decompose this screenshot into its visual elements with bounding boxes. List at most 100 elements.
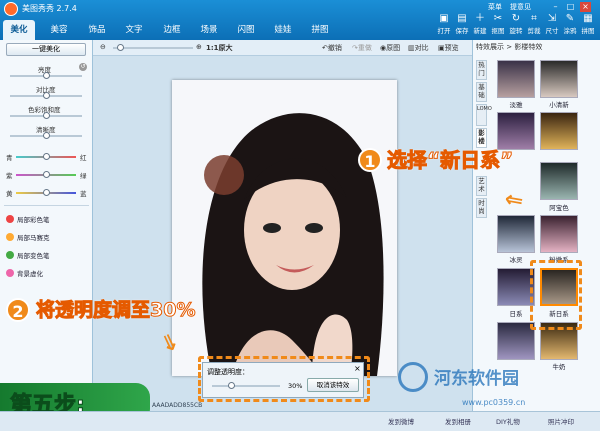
doodle-button[interactable]: ✎ 涂鸦 [561, 14, 579, 40]
brightness-knob[interactable] [43, 72, 50, 79]
size-button[interactable]: ⇲ 尺寸 [543, 14, 561, 40]
zoom-label[interactable]: 1:1原大 [206, 43, 233, 53]
crop-button[interactable]: ⌗ 剪裁 [525, 14, 543, 40]
share-weibo-link[interactable]: 发到微博 [388, 416, 414, 426]
effect-highlight [530, 260, 582, 330]
red-label: 红 [80, 154, 87, 162]
effect-thumb[interactable] [540, 112, 578, 150]
resize-icon: ⇲ [547, 13, 557, 24]
effect-thumb-ice[interactable] [497, 215, 535, 253]
divider [4, 205, 89, 206]
photo-canvas[interactable] [172, 80, 397, 376]
tab-scene[interactable]: 场景 [192, 20, 226, 40]
app-logo-icon [4, 2, 18, 16]
mosaic-icon [6, 233, 14, 241]
color-pen-icon [6, 215, 14, 223]
tool-color-pen[interactable]: 局部彩色笔 [6, 214, 50, 224]
vtab-art[interactable]: 艺术 [476, 176, 487, 196]
zoom-knob[interactable] [117, 44, 124, 51]
tab-beautify[interactable]: 美化 [3, 20, 35, 40]
new-button[interactable]: ＋ 新建 [471, 14, 489, 40]
rotate-button[interactable]: ↻ 旋转 [507, 14, 525, 40]
close-icon[interactable]: × [580, 2, 591, 12]
effect-label: 阿宝色 [549, 204, 569, 212]
share-album-link[interactable]: 发到相册 [445, 416, 471, 426]
yellow-blue-knob[interactable] [43, 189, 50, 196]
redo-button[interactable]: ↷重做 [352, 43, 372, 53]
green-label: 绿 [80, 172, 87, 180]
feedback-link[interactable]: 提意见 [510, 2, 531, 12]
cyan-red-knob[interactable] [43, 153, 50, 160]
crop-label: 剪裁 [527, 27, 541, 35]
open-label: 打开 [437, 27, 451, 35]
save-button[interactable]: ▤ 保存 [453, 14, 471, 40]
pen-icon: ✎ [565, 13, 575, 24]
grid-icon: ▦ [583, 13, 593, 24]
step2-badge: 2 [6, 298, 30, 322]
rotate-label: 旋转 [509, 27, 523, 35]
cyan-label: 青 [6, 154, 13, 162]
compare-button[interactable]: ▥对比 [408, 43, 429, 53]
reset-icon[interactable]: ↺ [79, 63, 87, 71]
step2-callout: 将透明度调至30% [35, 299, 196, 322]
vtab-lomo[interactable]: LOMO [476, 104, 492, 126]
tab-text[interactable]: 文字 [117, 20, 151, 40]
preview-button[interactable]: ▣预览 [438, 43, 459, 53]
tool-mosaic[interactable]: 局部马赛克 [6, 232, 50, 242]
contrast-knob[interactable] [43, 92, 50, 99]
yellow-label: 黄 [6, 190, 13, 198]
tab-doll[interactable]: 娃娃 [266, 20, 300, 40]
saturation-knob[interactable] [43, 112, 50, 119]
effect-label: 牛奶 [552, 363, 566, 371]
portrait-photo [172, 80, 397, 376]
tab-accessory[interactable]: 饰品 [80, 20, 114, 40]
vtab-hot[interactable]: 热门 [476, 60, 487, 80]
rotate-icon: ↻ [511, 13, 521, 24]
photo-print-link[interactable]: 照片冲印 [548, 416, 574, 426]
watermark-text: 河东软件园 [434, 369, 519, 389]
collage-label: 拼图 [581, 27, 595, 35]
size-label: 尺寸 [545, 27, 559, 35]
one-key-beautify-button[interactable]: 一键美化 [6, 43, 86, 56]
diy-gift-link[interactable]: DIY礼物 [496, 416, 520, 426]
original-button[interactable]: ◉原图 [380, 43, 400, 53]
maximize-icon[interactable]: □ [565, 2, 576, 12]
watermark-url: www.pc0359.cn [462, 398, 526, 407]
vtab-basic[interactable]: 基础 [476, 82, 487, 102]
cutout-button[interactable]: ✂ 抠图 [489, 14, 507, 40]
right-panel [472, 40, 600, 411]
tab-flash[interactable]: 闪图 [229, 20, 263, 40]
tab-frame[interactable]: 边框 [155, 20, 189, 40]
filename-text: AAADADD855CB [152, 402, 203, 409]
window-title: 美图秀秀 2.7.4 [22, 4, 77, 13]
tab-collage[interactable]: 拼图 [303, 20, 337, 40]
effect-label: 淡雅 [509, 101, 523, 109]
sharpness-knob[interactable] [43, 132, 50, 139]
tool-recolor[interactable]: 局部变色笔 [6, 250, 50, 260]
tab-face[interactable]: 美容 [42, 20, 76, 40]
collage-button[interactable]: ▦ 拼图 [579, 14, 597, 40]
magenta-green-knob[interactable] [43, 171, 50, 178]
effect-thumb-elegant[interactable] [497, 60, 535, 98]
zoom-slider[interactable] [113, 47, 193, 49]
undo-button[interactable]: ↶撤销 [322, 43, 342, 53]
effect-thumb[interactable] [540, 162, 578, 200]
menu-link[interactable]: 菜单 [488, 2, 502, 12]
effect-thumb-fresh[interactable] [540, 60, 578, 98]
original-label: 原图 [386, 44, 401, 52]
magenta-label: 紫 [6, 172, 13, 180]
zoom-in-icon[interactable]: ⊕ [196, 43, 202, 51]
open-button[interactable]: ▣ 打开 [435, 14, 453, 40]
tool-blur[interactable]: 背景虚化 [6, 268, 43, 278]
tool-label: 局部彩色笔 [17, 216, 50, 224]
effect-thumb-pink[interactable] [540, 215, 578, 253]
save-label: 保存 [455, 27, 469, 35]
folder-icon: ▣ [439, 13, 449, 24]
save-icon: ▤ [457, 13, 467, 24]
minimize-icon[interactable]: – [550, 2, 561, 12]
tool-label: 局部马赛克 [17, 234, 50, 242]
zoom-out-icon[interactable]: ⊖ [100, 43, 106, 51]
new-icon: ＋ [475, 13, 485, 24]
vtab-fashion[interactable]: 时尚 [476, 198, 487, 218]
step1-callout: 选择“新日系” [386, 148, 514, 173]
